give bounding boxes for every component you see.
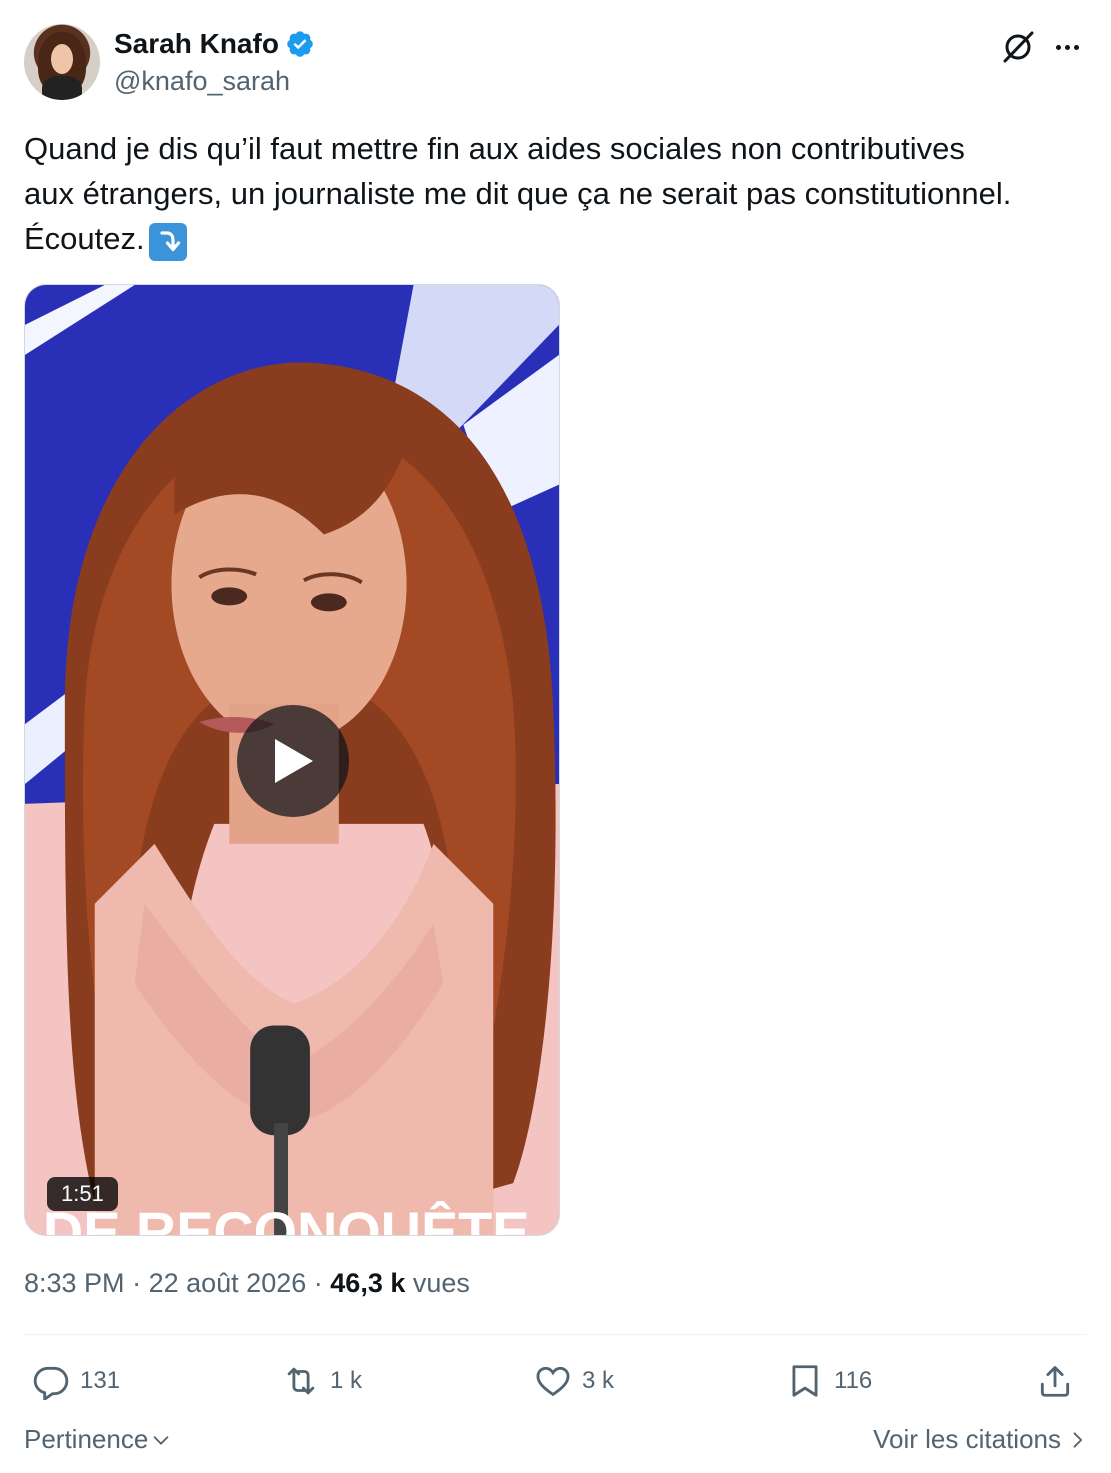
reply-icon xyxy=(33,1366,69,1400)
divider xyxy=(24,1334,1087,1335)
verified-badge-icon xyxy=(287,31,313,57)
reply-count: 131 xyxy=(80,1367,121,1394)
author-name-row: Sarah Knafo xyxy=(114,28,315,60)
share-icon xyxy=(1040,1366,1070,1397)
action-bar: 131 1 k 3 k 116 xyxy=(24,1356,1087,1406)
tweet-meta: 8:33 PM · 22 août 2026 · 46,3 k vues xyxy=(24,1268,470,1299)
replies-footer: Pertinence Voir les citations xyxy=(24,1420,1087,1460)
more-options-icon[interactable] xyxy=(1047,28,1087,66)
grok-icon[interactable] xyxy=(999,28,1037,66)
views-count: 46,3 k xyxy=(330,1268,406,1298)
tweet-header: Sarah Knafo @knafo_sarah xyxy=(24,24,1087,104)
like-count: 3 k xyxy=(582,1367,615,1394)
meta-separator: · xyxy=(132,1268,142,1298)
tweet-date[interactable]: 22 août 2026 xyxy=(149,1268,307,1298)
heart-icon xyxy=(536,1366,570,1397)
meta-separator: · xyxy=(313,1268,323,1298)
bookmark-icon xyxy=(792,1365,818,1397)
avatar-clothing xyxy=(42,76,82,100)
repost-count: 1 k xyxy=(330,1367,363,1394)
chevron-right-icon xyxy=(1073,1431,1083,1448)
tweet-text: Quand je dis qu’il faut mettre fin aux a… xyxy=(24,126,1087,261)
avatar-face xyxy=(51,44,73,74)
views-label: vues xyxy=(412,1268,470,1298)
share-button[interactable] xyxy=(1036,1356,1074,1406)
view-quotes-link[interactable]: Voir les citations xyxy=(873,1424,1087,1455)
repost-icon xyxy=(287,1367,315,1395)
tweet-text-line-3: Écoutez. xyxy=(24,216,1087,261)
tweet-text-line-3-label: Écoutez. xyxy=(24,221,145,256)
tweet-text-line-2: aux étrangers, un journaliste me dit que… xyxy=(24,176,1012,211)
author-name[interactable]: Sarah Knafo xyxy=(114,28,279,60)
repost-button[interactable]: 1 k xyxy=(282,1356,362,1406)
tweet-time[interactable]: 8:33 PM xyxy=(24,1268,125,1298)
quotes-label: Voir les citations xyxy=(873,1424,1061,1454)
video-duration: 1:51 xyxy=(47,1177,118,1211)
sort-label: Pertinence xyxy=(24,1424,149,1454)
sort-dropdown[interactable]: Pertinence xyxy=(24,1424,172,1455)
reply-button[interactable]: 131 xyxy=(32,1356,120,1406)
play-button[interactable] xyxy=(237,705,349,817)
bookmark-button[interactable]: 116 xyxy=(786,1356,872,1406)
avatar[interactable] xyxy=(24,24,100,100)
arrow-curving-down-icon xyxy=(148,223,187,261)
play-icon xyxy=(275,739,313,783)
chevron-down-icon xyxy=(153,1435,169,1445)
author-handle[interactable]: @knafo_sarah xyxy=(114,66,290,97)
like-button[interactable]: 3 k xyxy=(534,1356,614,1406)
video-player[interactable]: DE RECONQUÊTE 1:51 xyxy=(24,284,560,1236)
tweet-text-line-1: Quand je dis qu’il faut mettre fin aux a… xyxy=(24,131,965,166)
bookmark-count: 116 xyxy=(834,1367,873,1394)
